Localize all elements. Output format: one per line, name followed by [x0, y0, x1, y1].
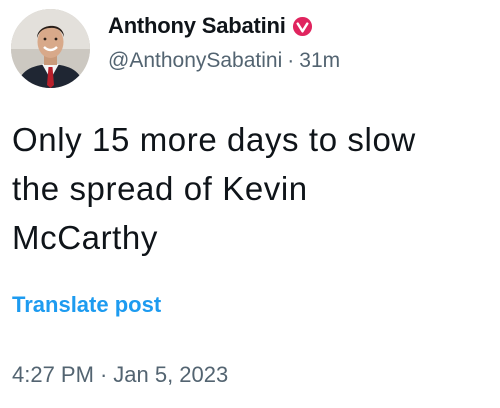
- post-text: Only 15 more days to slow the spread of …: [12, 115, 492, 262]
- author-handle-row: @AnthonySabatini · 31m: [108, 48, 488, 74]
- post-timestamp: 4:27 PM · Jan 5, 2023: [12, 362, 228, 388]
- author-handle[interactable]: @AnthonySabatini: [108, 49, 282, 72]
- post-text-line: McCarthy: [12, 219, 158, 256]
- author-avatar[interactable]: [11, 9, 90, 88]
- post-time[interactable]: 4:27 PM: [12, 362, 94, 387]
- post-text-line: Only 15 more days to slow: [12, 121, 416, 158]
- author-display-name[interactable]: Anthony Sabatini: [108, 13, 286, 39]
- separator-dot: ·: [287, 49, 295, 72]
- post-header: Anthony Sabatini @AnthonySabatini · 31m: [108, 12, 488, 74]
- verified-badge-icon[interactable]: [292, 16, 313, 37]
- relative-time[interactable]: 31m: [299, 49, 340, 72]
- post-text-line: the spread of Kevin: [12, 170, 308, 207]
- separator-dot: ·: [99, 362, 108, 387]
- author-name-row: Anthony Sabatini: [108, 12, 488, 40]
- post-card: Anthony Sabatini @AnthonySabatini · 31m On…: [0, 0, 500, 408]
- post-date[interactable]: Jan 5, 2023: [113, 362, 228, 387]
- translate-post-link[interactable]: Translate post: [12, 292, 161, 318]
- profile-photo-icon: [11, 9, 90, 88]
